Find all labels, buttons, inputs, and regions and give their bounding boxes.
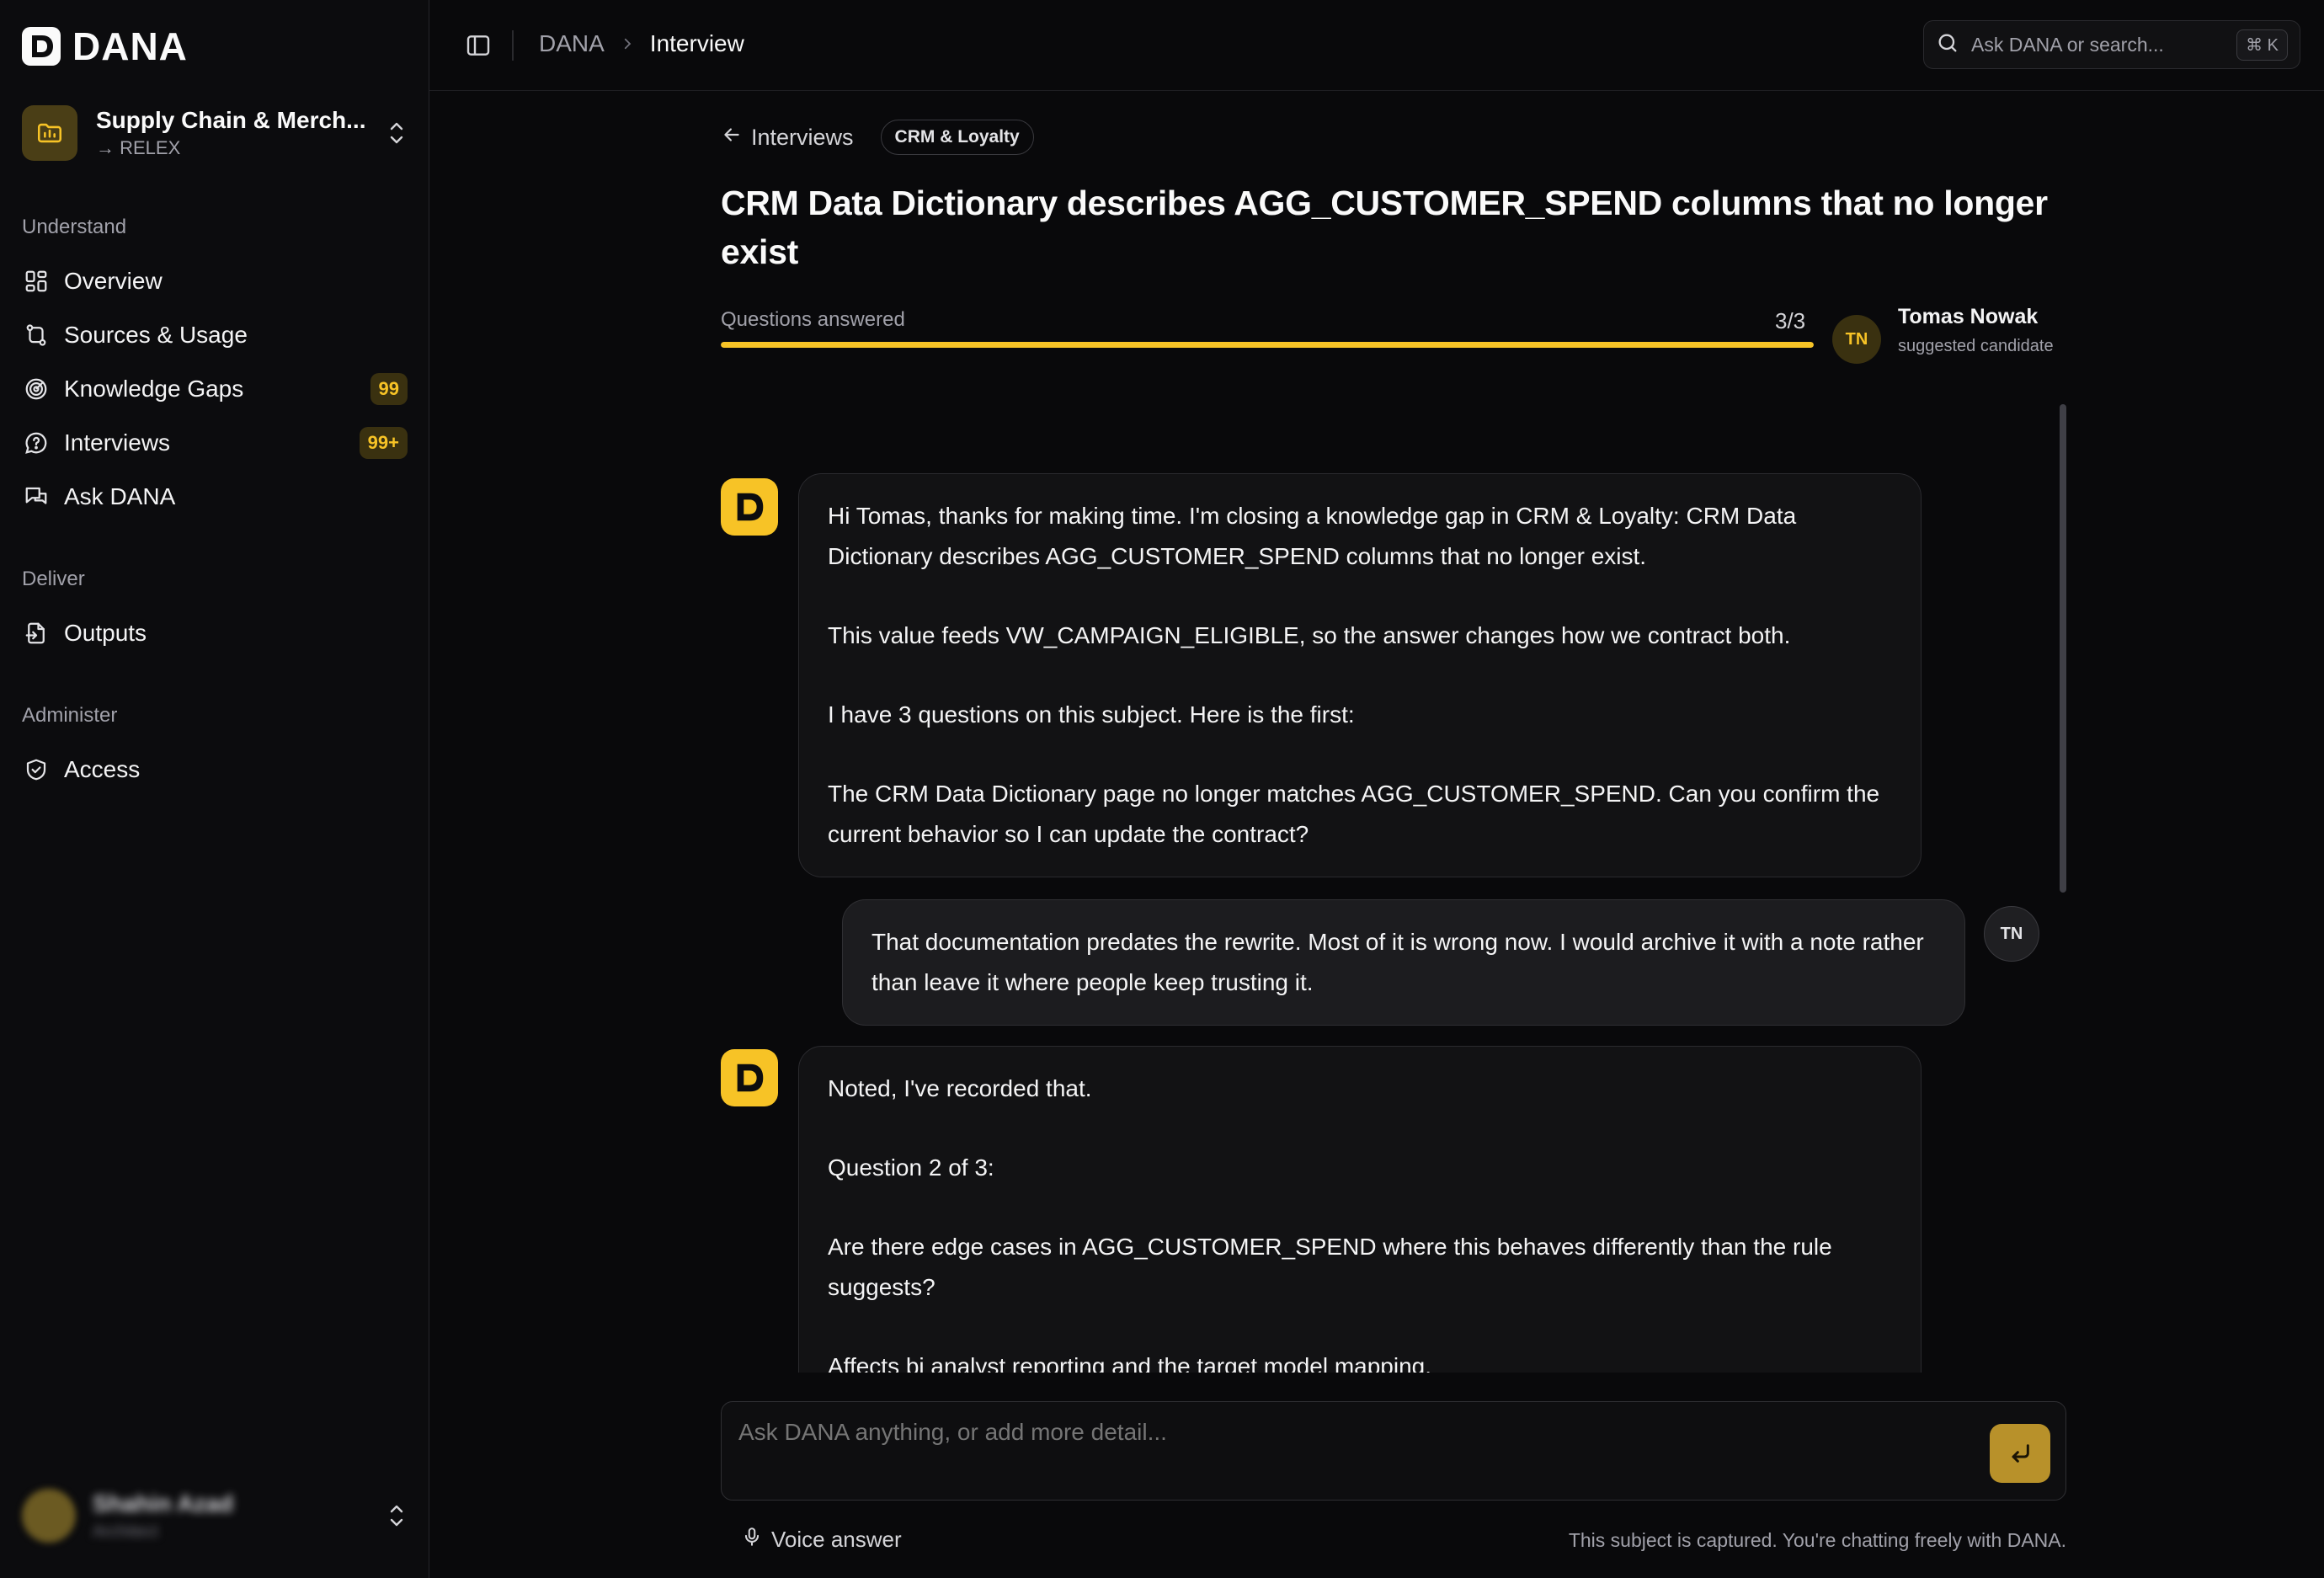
chat-status-text: This subject is captured. You're chattin…	[1568, 1529, 2066, 1551]
candidate-role: suggested candidate	[1898, 337, 2054, 355]
composer-footer: Voice answer This subject is captured. Y…	[721, 1522, 2066, 1559]
candidate-avatar: TN	[1832, 315, 1881, 364]
message-paragraph: That documentation predates the rewrite.…	[872, 929, 1924, 995]
search-placeholder: Ask DANA or search...	[1971, 33, 2164, 56]
sidebar-item-ask-dana[interactable]: Ask DANA	[22, 473, 409, 520]
message-paragraph: Are there edge cases in AGG_CUSTOMER_SPE…	[828, 1234, 1832, 1300]
topbar-divider	[512, 30, 514, 61]
message-paragraph: Affects bi analyst reporting and the tar…	[828, 1353, 1432, 1373]
send-button[interactable]	[1990, 1424, 2050, 1483]
search-shortcut: ⌘ K	[2236, 29, 2288, 61]
dana-message: Noted, I've recorded that. Question 2 of…	[798, 1046, 1922, 1373]
route-icon	[22, 321, 51, 349]
dana-logo-icon	[22, 27, 61, 66]
sidebar: DANA Supply Chain & Merch... → RELEX Und…	[0, 0, 429, 1578]
candidate-name: Tomas Nowak	[1898, 305, 2039, 328]
microphone-icon	[741, 1526, 763, 1554]
user-message: That documentation predates the rewrite.…	[842, 899, 1965, 1026]
progress-count: 3/3	[1775, 308, 1806, 333]
grid-icon	[22, 267, 51, 296]
workspace-subtitle: → RELEX	[96, 137, 181, 158]
nav-section-administer: Administer	[22, 704, 118, 727]
back-row: Interviews CRM & Loyalty	[721, 120, 1034, 155]
message-paragraph: The CRM Data Dictionary page no longer m…	[828, 781, 1880, 847]
message-paragraph: Question 2 of 3:	[828, 1154, 994, 1181]
page-title: CRM Data Dictionary describes AGG_CUSTOM…	[721, 184, 2048, 271]
sidebar-item-label: Outputs	[64, 620, 147, 646]
nav-section-deliver: Deliver	[22, 568, 85, 590]
breadcrumb-root[interactable]: DANA	[539, 30, 605, 57]
sidebar-item-outputs[interactable]: Outputs	[22, 610, 409, 657]
app-root: DANA Supply Chain & Merch... → RELEX Und…	[0, 0, 2324, 1578]
arrow-left-icon	[721, 124, 743, 152]
shield-check-icon	[22, 755, 51, 784]
chevron-right-icon	[620, 30, 635, 57]
target-icon	[22, 375, 51, 403]
message-paragraph: This value feeds VW_CAMPAIGN_ELIGIBLE, s…	[828, 622, 1791, 648]
chat-transcript[interactable]: Hi Tomas, thanks for making time. I'm cl…	[721, 382, 2068, 1373]
message-paragraph: Noted, I've recorded that.	[828, 1075, 1092, 1101]
message-paragraph: Hi Tomas, thanks for making time. I'm cl…	[828, 503, 1797, 569]
message-composer	[721, 1401, 2066, 1501]
message-paragraph: I have 3 questions on this subject. Here…	[828, 701, 1355, 728]
sidebar-item-label: Overview	[64, 268, 163, 294]
user-role: Architect	[93, 1522, 158, 1541]
global-search[interactable]: Ask DANA or search... ⌘ K	[1923, 20, 2300, 69]
sidebar-item-access[interactable]: Access	[22, 746, 409, 793]
chat-scrollbar[interactable]	[2058, 386, 2066, 1362]
nav-section-understand: Understand	[22, 216, 127, 238]
sidebar-item-label: Interviews	[64, 429, 171, 456]
sidebar-item-interviews[interactable]: Interviews 99+	[22, 419, 409, 466]
file-export-icon	[22, 619, 51, 648]
user-info: Shahin Azad Architect	[93, 1490, 384, 1542]
sidebar-item-label: Access	[64, 756, 141, 782]
dana-avatar-icon	[721, 1049, 778, 1106]
sidebar-item-overview[interactable]: Overview	[22, 258, 409, 305]
count-badge: 99+	[359, 427, 408, 459]
main-panel: DANA Interview Ask DANA or search... ⌘ K	[429, 0, 2324, 1578]
breadcrumb: DANA Interview	[539, 30, 744, 57]
dana-avatar-icon	[721, 478, 778, 536]
enter-icon	[2012, 1444, 2029, 1463]
sidebar-toggle-icon[interactable]	[461, 29, 495, 62]
sidebar-item-sources-usage[interactable]: Sources & Usage	[22, 312, 409, 359]
scrollbar-thumb[interactable]	[2060, 404, 2066, 893]
user-avatar: TN	[1984, 906, 2039, 962]
sidebar-item-label: Ask DANA	[64, 483, 176, 509]
composer-input[interactable]	[738, 1419, 1917, 1446]
progress-label: Questions answered	[721, 308, 905, 331]
message-question-icon	[22, 429, 51, 457]
workspace-text: Supply Chain & Merch... → RELEX	[96, 107, 384, 159]
progress-fill	[721, 342, 1814, 348]
topbar: DANA Interview Ask DANA or search... ⌘ K	[429, 0, 2324, 91]
chevron-updown-icon	[384, 116, 409, 150]
avatar	[22, 1489, 76, 1543]
workspace-name: Supply Chain & Merch...	[96, 107, 366, 133]
progress-row: Questions answered 3/3 TN Tomas Nowak su…	[721, 305, 2068, 364]
workspace-switcher[interactable]: Supply Chain & Merch... → RELEX	[22, 103, 409, 163]
workspace-folder-icon	[22, 105, 77, 161]
voice-answer-button[interactable]: Voice answer	[741, 1526, 902, 1554]
search-icon	[1936, 31, 1959, 59]
chat-icon	[22, 482, 51, 511]
count-badge: 99	[370, 373, 408, 405]
breadcrumb-current: Interview	[649, 30, 744, 56]
domain-tag: CRM & Loyalty	[880, 120, 1034, 155]
user-menu[interactable]: Shahin Azad Architect	[22, 1482, 409, 1549]
chevron-updown-icon	[384, 1499, 409, 1533]
sidebar-item-knowledge-gaps[interactable]: Knowledge Gaps 99	[22, 365, 409, 413]
app-name: DANA	[72, 24, 188, 68]
user-name: Shahin Azad	[93, 1490, 233, 1517]
sidebar-item-label: Knowledge Gaps	[64, 376, 244, 402]
back-link-label: Interviews	[751, 124, 854, 150]
dana-message: Hi Tomas, thanks for making time. I'm cl…	[798, 473, 1922, 877]
app-logo[interactable]: DANA	[22, 24, 188, 69]
sidebar-item-label: Sources & Usage	[64, 322, 248, 348]
voice-answer-label: Voice answer	[771, 1527, 902, 1552]
back-to-interviews-link[interactable]: Interviews	[721, 124, 854, 152]
progress-bar	[721, 342, 1814, 348]
